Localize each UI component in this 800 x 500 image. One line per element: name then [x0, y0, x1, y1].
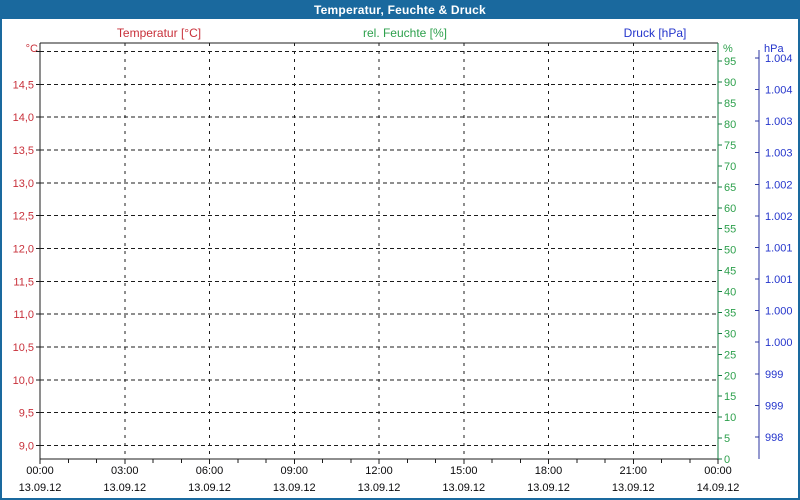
humidity-tick-label: 70 — [724, 161, 736, 173]
humidity-tick-label: 60 — [724, 203, 736, 215]
humidity-tick-label: 90 — [724, 77, 736, 89]
pressure-tick-label: 1.004 — [765, 53, 793, 65]
date-label: 13.09.12 — [188, 482, 231, 494]
time-label: 03:00 — [111, 465, 139, 477]
humidity-tick-label: 80 — [724, 119, 736, 131]
pressure-tick-label: 1.002 — [765, 179, 793, 191]
humidity-tick-label: 40 — [724, 287, 736, 299]
temperature-tick-label: 13,5 — [13, 145, 34, 157]
chart-plot-area: 14,5 14,0 13,5 13,0 12,5 12,0 11,5 11,0 10,5 10,0… — [13, 42, 793, 494]
temperature-tick-label: 10,5 — [13, 342, 34, 354]
pressure-tick-label: 1.000 — [765, 306, 793, 318]
pressure-tick-label: 998 — [765, 432, 783, 444]
date-label: 13.09.12 — [442, 482, 485, 494]
time-label: 21:00 — [619, 465, 647, 477]
weather-chart-window: Temperatur, Feuchte & Druck Temperatur [… — [0, 0, 800, 500]
pressure-tick-label: 1.001 — [765, 274, 793, 286]
temperature-tick-label: 11,5 — [13, 276, 34, 288]
pressure-tick-label: 1.004 — [765, 85, 793, 97]
pressure-tick-label: 1.003 — [765, 148, 793, 160]
humidity-tick-label: 10 — [724, 412, 736, 424]
pressure-tick-label: 1.000 — [765, 337, 793, 349]
time-label: 15:00 — [450, 465, 478, 477]
date-label: 13.09.12 — [19, 482, 62, 494]
temperature-tick-label: 12,0 — [13, 243, 34, 255]
time-label: 12:00 — [365, 465, 393, 477]
date-label: 13.09.12 — [103, 482, 146, 494]
time-label: 00:00 — [26, 465, 54, 477]
pressure-tick-label: 999 — [765, 369, 783, 381]
humidity-tick-label: 95 — [724, 56, 736, 68]
temperature-tick-label: 14,0 — [13, 112, 34, 124]
humidity-tick-label: 25 — [724, 349, 736, 361]
date-label: 13.09.12 — [358, 482, 401, 494]
pressure-tick-label: 1.001 — [765, 242, 793, 254]
humidity-tick-label: 15 — [724, 391, 736, 403]
time-label: 09:00 — [280, 465, 308, 477]
time-label: 00:00 — [704, 465, 732, 477]
date-label: 14.09.12 — [697, 482, 740, 494]
temperature-tick-label: 10,0 — [13, 375, 34, 387]
humidity-tick-label: 55 — [724, 224, 736, 236]
humidity-tick-label: 50 — [724, 245, 736, 257]
date-label: 13.09.12 — [527, 482, 570, 494]
temperature-tick-label: 9,5 — [19, 408, 34, 420]
humidity-tick-label: 85 — [724, 98, 736, 110]
humidity-tick-label: 45 — [724, 266, 736, 278]
temperature-tick-label: 12,5 — [13, 211, 34, 223]
temperature-tick-label: 9,0 — [19, 440, 34, 452]
pressure-tick-label: 1.002 — [765, 211, 793, 223]
temperature-tick-label: 13,0 — [13, 178, 34, 190]
time-label: 18:00 — [535, 465, 563, 477]
time-label: 06:00 — [196, 465, 224, 477]
humidity-tick-label: 30 — [724, 328, 736, 340]
date-label: 13.09.12 — [612, 482, 655, 494]
humidity-tick-label: 20 — [724, 370, 736, 382]
temperature-tick-label: 14,5 — [13, 79, 34, 91]
humidity-tick-label: 5 — [724, 433, 730, 445]
date-label: 13.09.12 — [273, 482, 316, 494]
pressure-tick-label: 999 — [765, 400, 783, 412]
pressure-tick-label: 1.003 — [765, 116, 793, 128]
humidity-tick-label: 75 — [724, 140, 736, 152]
humidity-tick-label: 35 — [724, 307, 736, 319]
humidity-tick-label: 65 — [724, 182, 736, 194]
temperature-tick-label: 11,0 — [13, 309, 34, 321]
